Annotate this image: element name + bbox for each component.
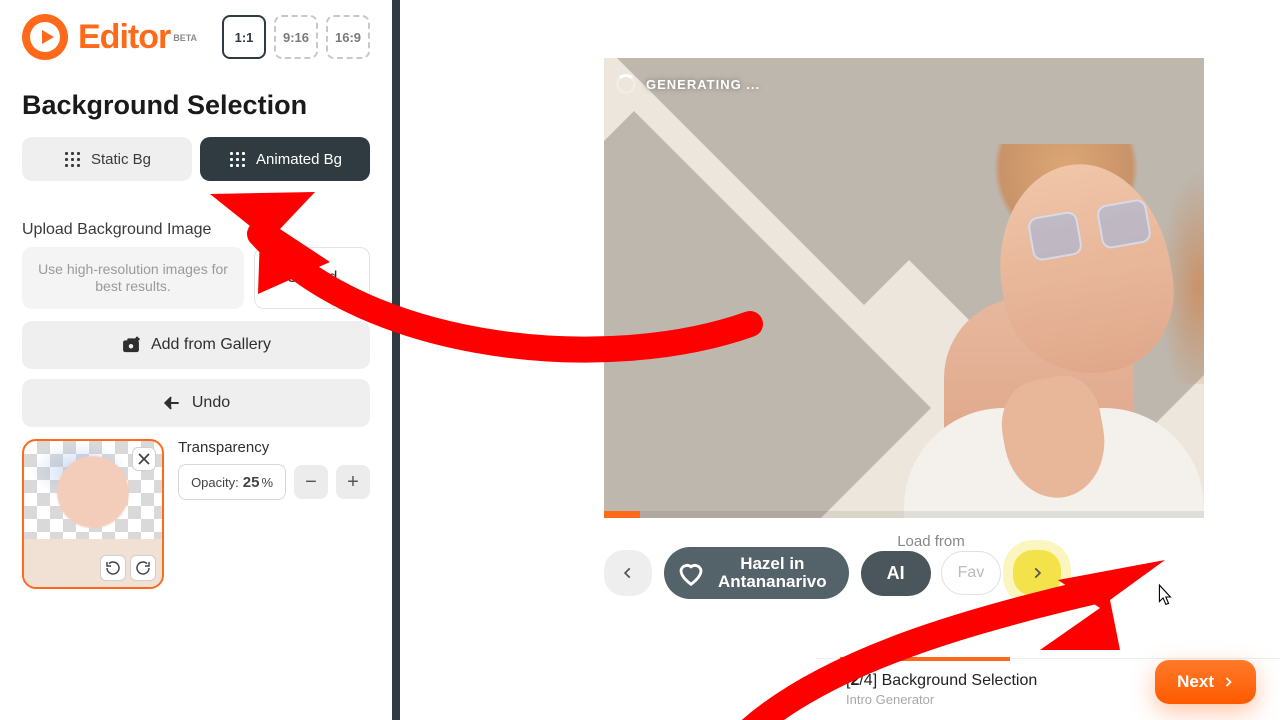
undo-label: Undo xyxy=(192,394,230,412)
aspect-ratio-group: 1:1 9:16 16:9 xyxy=(222,15,370,59)
suggestion-line-2: Antananarivo xyxy=(718,573,827,591)
active-step-indicator xyxy=(840,657,1010,661)
next-label: Next xyxy=(1177,672,1214,692)
suggestion-bar: Hazel in Antananarivo Load from AI Fav xyxy=(604,536,1204,610)
subject-thumbnail[interactable] xyxy=(22,439,164,589)
suggestion-chip[interactable]: Hazel in Antananarivo xyxy=(664,547,849,599)
tab-animated-bg[interactable]: Animated Bg xyxy=(200,137,370,181)
add-from-gallery-button[interactable]: Add from Gallery xyxy=(22,321,370,369)
panel-title: Background Selection xyxy=(22,90,370,121)
chevron-right-icon xyxy=(1222,676,1234,688)
main-area: GENERATING ... Hazel in Antananarivo Loa… xyxy=(408,0,1280,720)
ratio-16-9[interactable]: 16:9 xyxy=(326,15,370,59)
tab-animated-label: Animated Bg xyxy=(256,151,342,168)
sidebar: EditorBETA 1:1 9:16 16:9 Background Sele… xyxy=(0,0,400,720)
grid-icon xyxy=(63,150,81,168)
opacity-display: Opacity: 25 % xyxy=(178,464,286,500)
load-fav-button[interactable]: Fav xyxy=(941,551,1002,595)
chevron-left-icon xyxy=(621,566,635,580)
load-ai-button[interactable]: AI xyxy=(861,551,931,596)
camera-add-icon xyxy=(121,335,141,355)
load-from-label: Load from xyxy=(891,533,971,550)
thumbnail-close-button[interactable] xyxy=(132,447,156,471)
rotate-left-button[interactable] xyxy=(100,555,126,581)
tab-static-bg[interactable]: Static Bg xyxy=(22,137,192,181)
close-icon xyxy=(138,453,150,465)
arrow-left-icon xyxy=(162,393,182,413)
generating-status: GENERATING ... xyxy=(616,74,760,94)
app-logo: EditorBETA xyxy=(22,14,197,60)
preview-canvas: GENERATING ... xyxy=(604,58,1204,518)
grid-icon xyxy=(228,150,246,168)
heart-icon xyxy=(676,558,706,588)
opacity-increase-button[interactable]: + xyxy=(336,465,370,499)
transparency-label: Transparency xyxy=(178,439,370,456)
load-from-group: Load from AI Fav xyxy=(861,551,1002,596)
ratio-1-1[interactable]: 1:1 xyxy=(222,15,266,59)
tab-static-label: Static Bg xyxy=(91,151,151,168)
wizard-footer: [2/4] Background Selection Intro Generat… xyxy=(816,658,1280,720)
upload-button[interactable]: Upload xyxy=(254,247,370,309)
spinner-icon xyxy=(616,74,636,94)
step-subtitle: Intro Generator xyxy=(846,692,1037,707)
subject-image xyxy=(744,58,1204,518)
logo-text: Editor xyxy=(78,18,170,56)
logo-mark-icon xyxy=(22,14,68,60)
opacity-value: 25 xyxy=(243,474,260,491)
rotate-right-button[interactable] xyxy=(130,555,156,581)
rotate-cw-icon xyxy=(135,560,151,576)
next-button[interactable]: Next xyxy=(1155,660,1256,704)
opacity-suffix: % xyxy=(261,475,273,490)
ratio-9-16[interactable]: 9:16 xyxy=(274,15,318,59)
upload-section-label: Upload Background Image xyxy=(22,221,370,239)
chevron-right-icon xyxy=(1030,566,1044,580)
opacity-key: Opacity: xyxy=(191,475,239,490)
suggestion-line-1: Hazel in xyxy=(718,555,827,573)
opacity-decrease-button[interactable]: − xyxy=(294,465,328,499)
upload-hint: Use high-resolution images for best resu… xyxy=(22,247,244,309)
step-title: [2/4] Background Selection xyxy=(846,672,1037,690)
prev-suggestion-button[interactable] xyxy=(604,550,652,596)
undo-button[interactable]: Undo xyxy=(22,379,370,427)
rotate-ccw-icon xyxy=(105,560,121,576)
beta-badge: BETA xyxy=(173,33,197,43)
status-text: GENERATING ... xyxy=(646,77,760,92)
next-suggestion-button[interactable] xyxy=(1013,550,1061,596)
preview-wrapper: GENERATING ... xyxy=(604,58,1204,526)
gallery-label: Add from Gallery xyxy=(151,336,271,354)
progress-bar xyxy=(604,511,1204,518)
